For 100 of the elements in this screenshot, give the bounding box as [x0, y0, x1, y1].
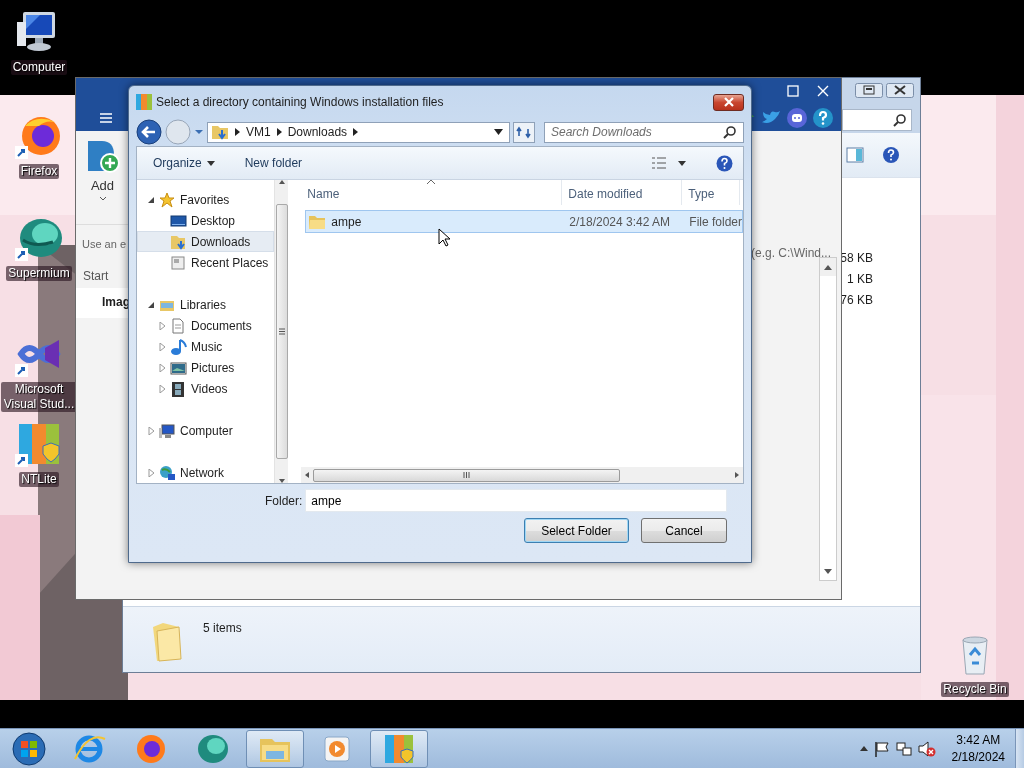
- grip-icon: [463, 472, 471, 478]
- refresh-icon[interactable]: [513, 121, 535, 143]
- caret-up-icon[interactable]: [859, 746, 868, 751]
- desktop-shortcut[interactable]: NTLite: [0, 420, 78, 487]
- nav-item[interactable]: Downloads: [137, 231, 275, 252]
- volume-muted-icon[interactable]: [917, 740, 936, 757]
- desktop-shortcut[interactable]: Computer: [0, 8, 78, 75]
- close-icon: [722, 97, 735, 107]
- address-bar[interactable]: VM1 Downloads: [207, 121, 510, 143]
- close-button[interactable]: [713, 93, 744, 111]
- icon-label: Microsoft Visual Stud...: [1, 382, 77, 412]
- search-icon: [723, 125, 737, 139]
- pictures-icon: [170, 359, 187, 376]
- select-folder-button[interactable]: Select Folder: [524, 518, 629, 543]
- chat-icon[interactable]: [787, 107, 807, 128]
- placeholder: Search Downloads: [551, 124, 653, 141]
- file-row[interactable]: ampe 2/18/2024 3:42 AM File folder: [305, 210, 743, 233]
- videos-icon: [170, 380, 187, 397]
- field-label: Folder:: [265, 492, 303, 510]
- cancel-button[interactable]: Cancel: [641, 518, 727, 543]
- column-header[interactable]: Name: [301, 180, 563, 205]
- nav-item[interactable]: Pictures: [137, 357, 275, 378]
- chevron-right-icon[interactable]: [235, 128, 240, 136]
- taskbar-button[interactable]: [370, 729, 428, 768]
- desktop-shortcut[interactable]: Recycle Bin: [936, 630, 1014, 697]
- back-icon[interactable]: [136, 119, 162, 145]
- column-header[interactable]: Type: [682, 180, 741, 205]
- nav-item[interactable]: Documents: [137, 315, 275, 336]
- file-type: File folder: [688, 213, 742, 231]
- file-size: 76 KB: [840, 292, 873, 309]
- desktop-shortcut[interactable]: Supermium: [0, 214, 78, 281]
- expand-arrow-icon[interactable]: [147, 300, 155, 309]
- nav-item[interactable]: Favorites: [137, 189, 275, 210]
- flag-icon[interactable]: [873, 740, 890, 757]
- start-icon: [11, 730, 47, 767]
- help-icon[interactable]: [882, 146, 900, 164]
- icon-label: Recycle Bin: [941, 682, 1009, 697]
- nav-item[interactable]: Recent Places: [137, 252, 275, 273]
- close-icon[interactable]: [886, 83, 914, 98]
- caret-icon[interactable]: [494, 129, 503, 135]
- help-icon[interactable]: [716, 154, 733, 172]
- menu-icon[interactable]: [100, 112, 112, 123]
- computer-icon: [159, 422, 176, 439]
- search-field[interactable]: [842, 109, 912, 131]
- input-field[interactable]: ampe: [305, 489, 727, 512]
- tab[interactable]: Start: [83, 269, 109, 283]
- caret-icon: [206, 160, 215, 166]
- desktop-shortcut[interactable]: Microsoft Visual Stud...: [0, 330, 78, 412]
- music-icon: [170, 338, 187, 355]
- scroll-left-icon[interactable]: [305, 472, 310, 478]
- scrollbar[interactable]: [819, 257, 837, 581]
- expand-arrow-icon[interactable]: [147, 195, 155, 204]
- scroll-thumb[interactable]: [313, 468, 621, 482]
- breadcrumb[interactable]: VM1: [246, 123, 271, 141]
- breadcrumb[interactable]: Downloads: [287, 123, 348, 141]
- nav-item[interactable]: Desktop: [137, 210, 275, 231]
- file-name: ampe: [331, 213, 362, 231]
- nav-item[interactable]: Computer: [137, 420, 275, 441]
- scroll-right-icon[interactable]: [735, 472, 739, 478]
- app-icon: [136, 94, 152, 110]
- search-field[interactable]: Search Downloads: [544, 121, 744, 143]
- scrollbar[interactable]: [274, 180, 289, 483]
- taskbar-button[interactable]: [246, 729, 304, 768]
- icon-label: NTLite: [19, 472, 59, 487]
- hint-text: Use an e: [82, 237, 127, 252]
- organize-button[interactable]: Organize: [153, 154, 215, 172]
- grip-icon: [278, 328, 285, 335]
- network-icon: [159, 464, 176, 481]
- nav-item[interactable]: Network: [137, 462, 275, 483]
- desktop-icon: [170, 212, 187, 229]
- network-icon[interactable]: [895, 740, 912, 757]
- add-button[interactable]: Add: [76, 131, 129, 226]
- document-add-icon: [85, 139, 120, 173]
- caret-icon[interactable]: [678, 160, 686, 166]
- icon-label: Firefox: [18, 164, 60, 179]
- scroll-down-icon[interactable]: [278, 479, 285, 483]
- help-icon[interactable]: [813, 107, 833, 128]
- column-header[interactable]: Date modified: [562, 180, 683, 205]
- maximize-icon[interactable]: [787, 85, 799, 97]
- chevron-right-icon[interactable]: [276, 128, 282, 136]
- cursor-icon: [438, 228, 450, 247]
- folder-icon: [309, 214, 326, 229]
- nav-item[interactable]: Music: [137, 336, 275, 357]
- restore-icon[interactable]: [855, 83, 883, 98]
- clock[interactable]: 3:42 AM 2/18/2024: [951, 731, 1005, 766]
- scroll-thumb[interactable]: [275, 204, 288, 459]
- desktop-shortcut[interactable]: Firefox: [0, 112, 78, 179]
- file-size: 1 KB: [847, 271, 873, 288]
- favorites-icon: [159, 191, 176, 208]
- nav-item[interactable]: Videos: [137, 378, 275, 399]
- sort-caret-icon: [427, 180, 436, 184]
- scrollbar[interactable]: [301, 467, 743, 483]
- caret-icon: [98, 195, 107, 202]
- chevron-right-icon[interactable]: [353, 128, 359, 136]
- recent-icon: [170, 254, 187, 271]
- nav-item[interactable]: Libraries: [137, 294, 275, 315]
- search-icon: [893, 113, 907, 127]
- file-date: 2/18/2024 3:42 AM: [568, 213, 672, 231]
- new-folder-button[interactable]: New folder: [244, 154, 303, 172]
- window-title: Select a directory containing Windows installation files: [156, 94, 444, 111]
